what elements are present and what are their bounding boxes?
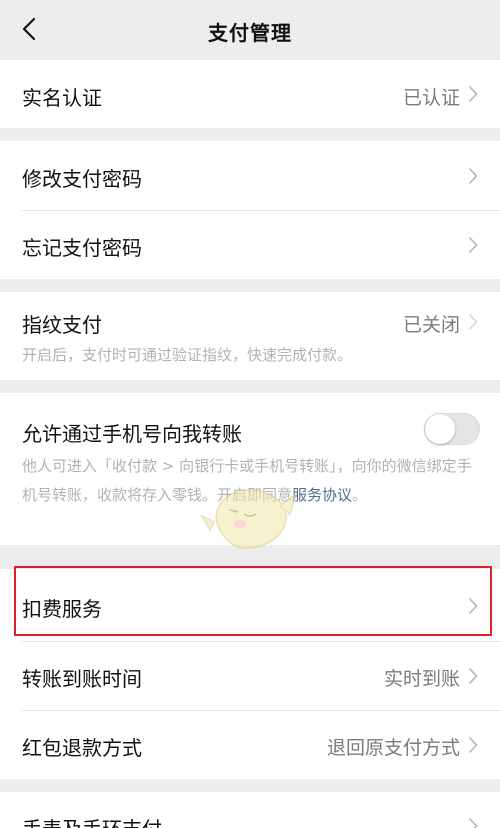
realname-status: 已认证 (402, 87, 460, 109)
fingerprint-section: 指纹支付 已关闭 开启后，支付时可通过验证指纹，快速完成付款。 (0, 292, 500, 380)
refund-method-value: 退回原支付方式 (326, 737, 460, 759)
forgot-password-label: 忘记支付密码 (22, 236, 142, 260)
realname-row[interactable]: 实名认证 已认证 (0, 60, 500, 128)
fingerprint-label: 指纹支付 (22, 313, 102, 337)
nav-bar: 支付管理 (0, 0, 500, 58)
forgot-password-row[interactable]: 忘记支付密码 (0, 211, 500, 279)
chevron-right-icon (468, 736, 478, 754)
chevron-right-icon (468, 236, 478, 254)
fingerprint-row[interactable]: 指纹支付 已关闭 开启后，支付时可通过验证指纹，快速完成付款。 (0, 292, 500, 380)
watch-payment-label: 手表及手环支付 (22, 813, 162, 828)
chevron-right-icon (468, 817, 478, 828)
phone-transfer-toggle[interactable] (424, 413, 480, 445)
arrival-time-label: 转账到账时间 (22, 667, 142, 691)
phone-transfer-description-end: 。 (352, 486, 368, 504)
page-title: 支付管理 (208, 21, 292, 45)
realname-label: 实名认证 (22, 86, 102, 110)
change-password-label: 修改支付密码 (22, 167, 142, 191)
chevron-right-icon (468, 85, 478, 103)
fingerprint-status: 已关闭 (402, 314, 460, 336)
highlight-box (14, 566, 492, 636)
service-agreement-link[interactable]: 服务协议 (292, 486, 352, 504)
mascot-watermark-icon (200, 489, 298, 549)
toggle-knob (425, 414, 455, 444)
change-password-row[interactable]: 修改支付密码 (0, 141, 500, 210)
phone-transfer-label: 允许通过手机号向我转账 (22, 422, 242, 446)
watch-section: 手表及手环支付 (0, 792, 500, 828)
chevron-right-icon (468, 667, 478, 685)
refund-method-row[interactable]: 红包退款方式 退回原支付方式 (0, 711, 500, 779)
password-section: 修改支付密码 忘记支付密码 (0, 141, 500, 279)
arrival-time-value: 实时到账 (383, 668, 460, 690)
realname-section: 实名认证 已认证 (0, 60, 500, 128)
chevron-right-icon (468, 313, 478, 331)
arrival-time-row[interactable]: 转账到账时间 实时到账 (0, 642, 500, 710)
refund-method-label: 红包退款方式 (22, 736, 142, 760)
fingerprint-description: 开启后，支付时可通过验证指纹，快速完成付款。 (22, 346, 353, 364)
chevron-right-icon (468, 167, 478, 185)
watch-payment-row[interactable]: 手表及手环支付 (0, 792, 500, 828)
